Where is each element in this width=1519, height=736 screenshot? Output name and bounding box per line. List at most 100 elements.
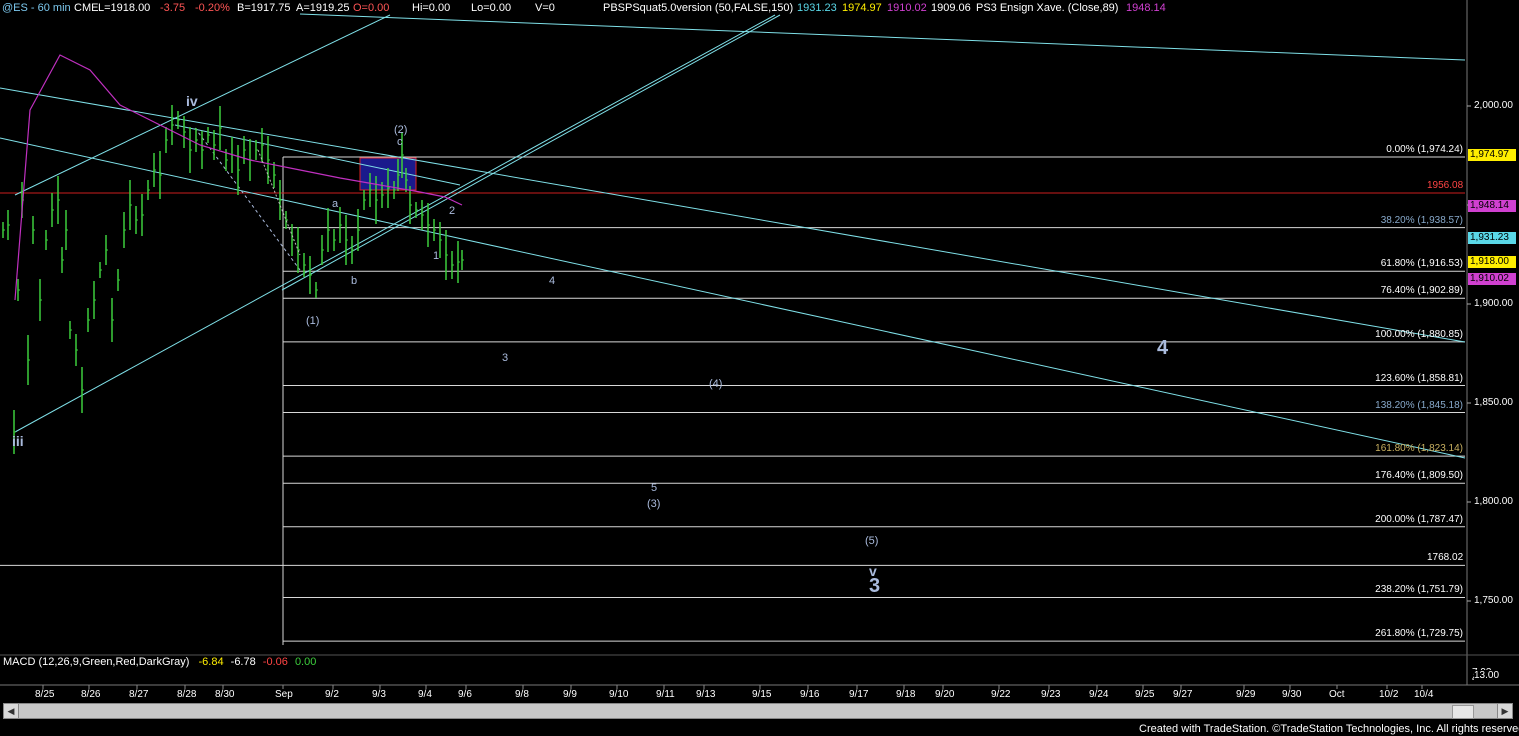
target-level-label: 1768.02 xyxy=(1427,552,1464,564)
date-axis-label: 9/13 xyxy=(696,689,716,700)
price-tag: 1,974.97 xyxy=(1468,149,1516,161)
fib-level-label: 100.00% (1,880.85) xyxy=(1375,328,1463,340)
date-axis-label: 9/18 xyxy=(896,689,916,700)
fib-level-label: 61.80% (1,916.53) xyxy=(1380,258,1463,270)
wave-label: 3 xyxy=(502,352,509,364)
date-axis-label: 9/17 xyxy=(849,689,869,700)
bid-price: B=1917.75 xyxy=(237,2,291,14)
wave-label: 3 xyxy=(869,575,881,597)
date-axis-label: 9/29 xyxy=(1236,689,1256,700)
fib-level-label: 238.20% (1,751.79) xyxy=(1375,584,1463,596)
wave-label: (2) xyxy=(394,124,408,136)
fib-level-label: 176.40% (1,809.50) xyxy=(1375,470,1463,482)
date-axis-label: Sep xyxy=(275,689,293,700)
trend-channel-line xyxy=(299,13,1466,61)
trend-channel-line xyxy=(14,14,776,433)
wave-guide-line xyxy=(194,127,301,271)
macd-avg: -6.78 xyxy=(230,656,256,668)
date-axis-label: 9/23 xyxy=(1041,689,1061,700)
fib-level-label: 161.80% (1,823.14) xyxy=(1375,443,1463,455)
wave-label: (4) xyxy=(709,378,723,390)
price-axis-label: 1,750.00 xyxy=(1474,595,1513,606)
study1-value4: 1909.06 xyxy=(931,2,971,14)
study1-value3: 1910.02 xyxy=(887,2,927,14)
date-axis-label: 9/4 xyxy=(418,689,432,700)
wave-label: (1) xyxy=(306,315,320,327)
study1-value2: 1974.97 xyxy=(842,2,882,14)
price-tag: 1,948.14 xyxy=(1468,200,1516,212)
wave-label: 2 xyxy=(449,205,456,217)
last-price: L=1918.00 xyxy=(98,2,151,14)
low-price: Lo=0.00 xyxy=(471,2,512,14)
date-axis-label: 9/6 xyxy=(458,689,472,700)
wave-label: iv xyxy=(186,93,198,109)
trend-channel-line xyxy=(281,14,781,291)
date-axis-label: 8/28 xyxy=(177,689,197,700)
price-axis-label: 2,000.00 xyxy=(1474,100,1513,111)
open-price: O=0.00 xyxy=(353,2,390,14)
wave-label: (5) xyxy=(865,535,879,547)
macd-axis-label: 13.00 xyxy=(1474,670,1500,681)
wave-label: iii xyxy=(12,433,24,449)
date-axis-label: 9/15 xyxy=(752,689,772,700)
date-axis-label: 10/4 xyxy=(1414,689,1434,700)
fib-level-label: 76.40% (1,902.89) xyxy=(1380,285,1463,297)
price-chart xyxy=(0,0,1519,689)
price-tag: 1,918.00 xyxy=(1468,256,1516,268)
date-axis-label: 9/10 xyxy=(609,689,629,700)
date-axis-label: 9/24 xyxy=(1089,689,1109,700)
date-axis-label: 10/2 xyxy=(1379,689,1399,700)
date-axis-label: 9/9 xyxy=(563,689,577,700)
date-axis-label: 8/26 xyxy=(81,689,101,700)
fib-level-label: 0.00% (1,974.24) xyxy=(1386,144,1463,155)
date-axis-label: 9/3 xyxy=(372,689,386,700)
horizontal-scrollbar[interactable]: ◀ ▶ xyxy=(3,703,1513,719)
wave-label: (3) xyxy=(647,498,661,510)
macd-value: -6.84 xyxy=(198,656,224,668)
date-axis-label: 9/11 xyxy=(656,689,675,700)
symbol-title: @ES - 60 min xyxy=(2,2,71,14)
wave-label: a xyxy=(332,198,339,210)
study2-value: 1948.14 xyxy=(1126,2,1166,14)
date-axis-label: 9/27 xyxy=(1173,689,1193,700)
volume: V=0 xyxy=(535,2,555,14)
price-axis-label: 1,900.00 xyxy=(1474,298,1513,309)
date-axis-label: 9/20 xyxy=(935,689,955,700)
date-axis-label: 9/8 xyxy=(515,689,529,700)
study1-value1: 1931.23 xyxy=(797,2,837,14)
footer-copyright: Created with TradeStation. ©TradeStation… xyxy=(1139,723,1519,735)
pct-change: -0.20% xyxy=(195,2,230,14)
trend-channel-line xyxy=(174,124,461,186)
date-axis-label: 9/30 xyxy=(1282,689,1302,700)
study2-name: PS3 Ensign Xave. (Close,89) xyxy=(976,2,1119,14)
date-axis-label: 8/25 xyxy=(35,689,55,700)
resistance-level-label: 1956.08 xyxy=(1427,179,1464,191)
fib-level-label: 138.20% (1,845.18) xyxy=(1375,399,1463,411)
wave-label: 5 xyxy=(651,482,658,494)
date-axis-label: 9/2 xyxy=(325,689,339,700)
fib-level-label: 200.00% (1,787.47) xyxy=(1375,513,1463,525)
date-axis-label: 8/30 xyxy=(215,689,235,700)
wave-label: c xyxy=(397,136,403,148)
high-price: Hi=0.00 xyxy=(412,2,451,14)
price-tag: 1,931.23 xyxy=(1468,232,1516,244)
exchange-label: CME xyxy=(74,2,99,14)
fib-level-label: 38.20% (1,938.57) xyxy=(1380,214,1463,226)
macd-zero: 0.00 xyxy=(294,656,317,668)
wave-label: 4 xyxy=(549,275,556,287)
scroll-left-icon[interactable]: ◀ xyxy=(4,704,19,718)
ask-price: A=1919.25 xyxy=(296,2,350,14)
scroll-right-icon[interactable]: ▶ xyxy=(1497,704,1512,718)
price-axis-label: 1,800.00 xyxy=(1474,496,1513,507)
price-axis-label: 1,850.00 xyxy=(1474,397,1513,408)
date-axis-label: Oct xyxy=(1329,689,1345,700)
wave-label: 4 xyxy=(1157,337,1169,359)
fib-level-label: 261.80% (1,729.75) xyxy=(1375,628,1463,640)
fib-level-label: 123.60% (1,858.81) xyxy=(1375,372,1463,384)
scroll-thumb[interactable] xyxy=(1452,705,1474,719)
study1-name: PBSPSquat5.0version (50,FALSE,150) xyxy=(603,2,794,14)
date-axis-label: 8/27 xyxy=(129,689,149,700)
date-axis-label: 9/25 xyxy=(1135,689,1155,700)
date-axis-label: 9/16 xyxy=(800,689,820,700)
wave-label: 1 xyxy=(433,250,440,262)
